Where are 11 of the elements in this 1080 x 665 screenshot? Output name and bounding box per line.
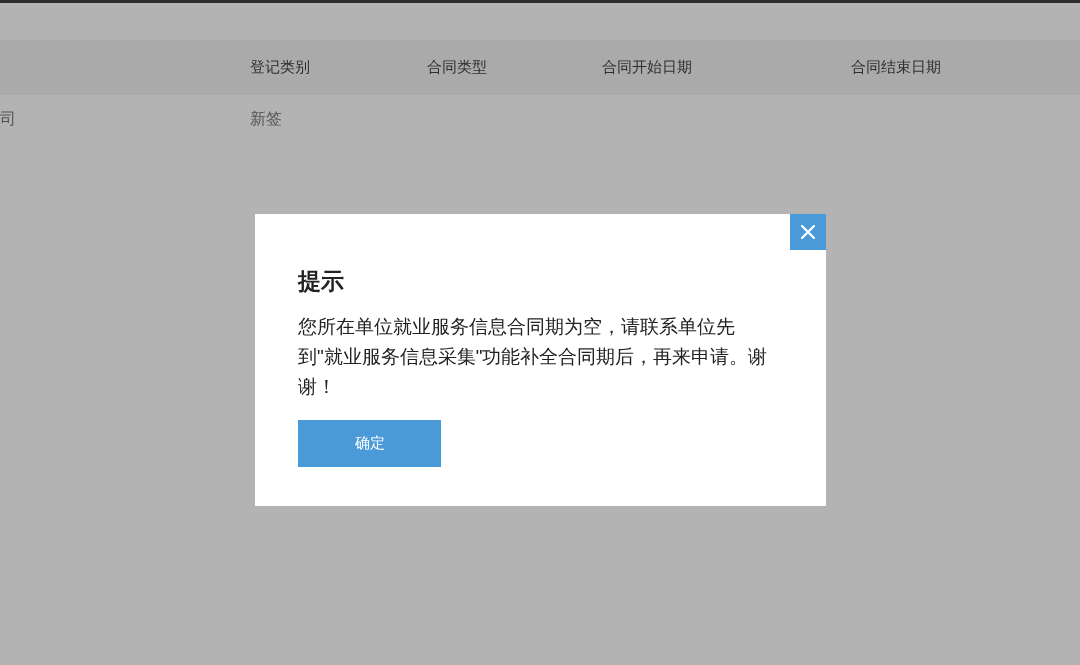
column-header: 登记类别 bbox=[250, 57, 310, 78]
dialog-message: 您所在单位就业服务信息合同期为空，请联系单位先到"就业服务信息采集"功能补全合同期后，再来申请。谢谢！ bbox=[298, 315, 769, 399]
column-header: 合同结束日期 bbox=[851, 57, 941, 78]
close-icon bbox=[800, 224, 816, 240]
column-header: 合同开始日期 bbox=[602, 57, 692, 78]
table-cell-text: 新签 bbox=[250, 109, 282, 129]
confirm-button[interactable]: 确定 bbox=[298, 420, 441, 467]
dialog-title: 提示 bbox=[298, 268, 344, 296]
table-cell-text: 司 bbox=[0, 109, 16, 129]
close-button[interactable] bbox=[790, 214, 826, 250]
column-header: 合同类型 bbox=[427, 57, 487, 78]
